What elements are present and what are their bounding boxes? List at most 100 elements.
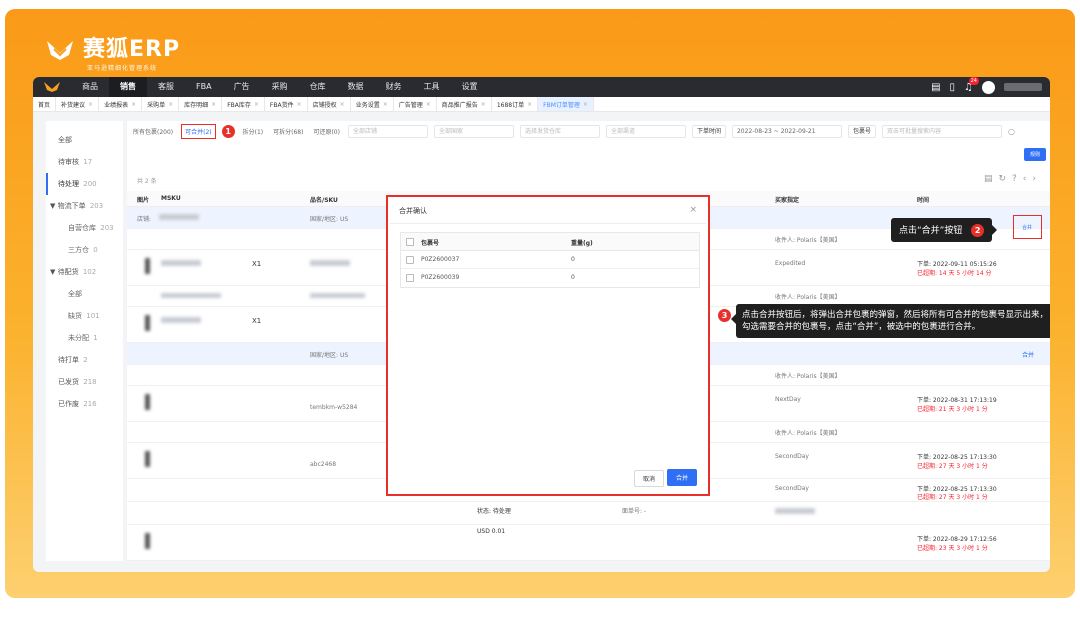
- tab-label: 1688订单: [496, 101, 525, 109]
- nav-item-sales[interactable]: 销售: [109, 77, 147, 97]
- tab-promo-report[interactable]: 商品推广报告 ×: [437, 97, 492, 111]
- order-time: 下单: 2022-08-25 17:13:30: [917, 454, 997, 461]
- search-input[interactable]: 双击可批量搜索内容: [882, 124, 1002, 138]
- sidebar-item-out-of-stock[interactable]: 缺货 101: [46, 305, 123, 327]
- sidebar-item-count: 200: [83, 180, 97, 188]
- close-icon[interactable]: ×: [426, 101, 431, 108]
- rule-button[interactable]: 规则: [1023, 148, 1046, 161]
- package-no-select[interactable]: 包裹号: [847, 124, 876, 138]
- merge-button-highlight[interactable]: 合并: [1013, 215, 1042, 239]
- document-icon[interactable]: ▤: [931, 82, 940, 93]
- close-icon[interactable]: ×: [131, 101, 136, 108]
- tab-fbm-orders[interactable]: FBM订单管理 ×: [538, 97, 594, 111]
- shop-select[interactable]: 全部店铺: [347, 124, 428, 138]
- col-weight: 重量(g): [571, 240, 593, 247]
- search-icon[interactable]: ○: [1008, 127, 1015, 136]
- close-icon[interactable]: ×: [168, 101, 173, 108]
- next-page-icon[interactable]: ›: [1032, 174, 1042, 184]
- nav-item-finance[interactable]: 财务: [375, 77, 413, 97]
- username-redacted[interactable]: [1004, 83, 1042, 91]
- nav-item-data[interactable]: 数据: [337, 77, 375, 97]
- sidebar-item-pending-review[interactable]: 待审核 17: [46, 151, 123, 173]
- sidebar-item-voided[interactable]: 已作废 216: [46, 393, 123, 415]
- tab-shop-auth[interactable]: 店铺授权 ×: [308, 97, 351, 111]
- sidebar-item-pending-process[interactable]: 待处理 200: [46, 173, 123, 195]
- nav-item-goods[interactable]: 商品: [71, 77, 109, 97]
- country-select[interactable]: 全部国家: [433, 124, 514, 138]
- cancel-button[interactable]: 取消: [633, 470, 664, 487]
- help-icon[interactable]: ?: [1012, 174, 1023, 184]
- prev-page-icon[interactable]: ‹: [1023, 174, 1033, 184]
- tracking-text: 面单号: -: [622, 508, 647, 515]
- channel-select[interactable]: 全部渠道: [605, 124, 686, 138]
- sidebar-item-unassigned[interactable]: 未分配 1: [46, 327, 123, 349]
- package-row[interactable]: P0Z2600039 0: [401, 269, 699, 286]
- tab-performance[interactable]: 业绩报表 ×: [99, 97, 143, 111]
- merge-button[interactable]: 合并: [1022, 224, 1032, 231]
- table-row[interactable]: 状态: 待处理 面单号: -: [127, 502, 1050, 525]
- tab-home[interactable]: 首页: [33, 97, 57, 111]
- select-all-checkbox[interactable]: [406, 238, 414, 246]
- table-row[interactable]: USD 0.01 下单: 2022-08-29 17:12:56 已超期: 23…: [127, 525, 1050, 561]
- sidebar-item-pending-print[interactable]: 待打单 2: [46, 349, 123, 371]
- filter-all-packages[interactable]: 所有包裹(200): [131, 127, 175, 136]
- date-range-picker[interactable]: 2022-08-23 ~ 2022-09-21: [731, 124, 842, 138]
- sidebar-item-logistics-order[interactable]: ▼ 物流下单 203: [46, 195, 123, 217]
- package-checkbox[interactable]: [406, 274, 414, 282]
- tab-label: 首页: [38, 101, 51, 109]
- app-logo-icon[interactable]: [43, 81, 61, 93]
- redacted-text: [161, 260, 201, 266]
- close-icon[interactable]: ×: [254, 101, 259, 108]
- col-msku: MSKU: [161, 195, 181, 202]
- sidebar-item-allocation-all[interactable]: 全部: [46, 283, 123, 305]
- sidebar-item-own-warehouse[interactable]: 自营仓库 203: [46, 217, 123, 239]
- nav-item-ads[interactable]: 广告: [223, 77, 261, 97]
- sidebar-item-third-party[interactable]: 三方仓 0: [46, 239, 123, 261]
- close-icon[interactable]: ×: [340, 101, 345, 108]
- nav-item-settings[interactable]: 设置: [451, 77, 489, 97]
- sidebar-item-shipped[interactable]: 已发货 218: [46, 371, 123, 393]
- close-icon[interactable]: ×: [383, 101, 388, 108]
- merge-confirm-button[interactable]: 合并: [666, 469, 697, 486]
- sidebar-item-pending-allocation[interactable]: ▼ 待配货 102: [46, 261, 123, 283]
- bell-icon[interactable]: ♫ 24: [964, 77, 979, 93]
- close-icon[interactable]: ×: [211, 101, 216, 108]
- filter-mergeable[interactable]: 可合并(2): [181, 123, 216, 139]
- nav-item-fba[interactable]: FBA: [185, 77, 223, 97]
- tab-purchase-order[interactable]: 采购单 ×: [142, 97, 180, 111]
- close-icon[interactable]: ×: [689, 205, 697, 215]
- col-buyer: 买家指定: [775, 197, 800, 204]
- filter-split[interactable]: 拆分(1): [241, 127, 266, 136]
- tab-ad-management[interactable]: 广告管理 ×: [394, 97, 437, 111]
- sidebar-item-all[interactable]: 全部: [46, 129, 123, 151]
- time-type-select[interactable]: 下单时间: [691, 124, 726, 138]
- nav-item-warehouse[interactable]: 仓库: [299, 77, 337, 97]
- package-row[interactable]: P0Z2600037 0: [401, 251, 699, 269]
- package-checkbox[interactable]: [406, 256, 414, 264]
- mobile-icon[interactable]: ▯: [950, 82, 956, 93]
- close-icon[interactable]: ×: [481, 101, 486, 108]
- redacted-text: [161, 293, 221, 298]
- redacted-text: [775, 508, 815, 514]
- avatar[interactable]: [982, 80, 995, 94]
- tab-inventory-detail[interactable]: 库存明细 ×: [179, 97, 223, 111]
- warehouse-select[interactable]: 选择发货仓库: [519, 124, 600, 138]
- nav-item-service[interactable]: 客服: [147, 77, 185, 97]
- merge-link[interactable]: 合并: [1022, 350, 1034, 359]
- filter-splittable[interactable]: 可拆分(68): [271, 127, 305, 136]
- tab-replenish[interactable]: 补货建议 ×: [56, 97, 100, 111]
- nav-item-purchase[interactable]: 采购: [261, 77, 299, 97]
- close-icon[interactable]: ×: [297, 101, 302, 108]
- refresh-icon[interactable]: ↻: [998, 174, 1012, 184]
- columns-icon[interactable]: ▤: [984, 174, 999, 184]
- filter-restorable[interactable]: 可还原(0): [311, 127, 342, 136]
- close-icon[interactable]: ×: [583, 101, 588, 108]
- nav-item-tools[interactable]: 工具: [413, 77, 451, 97]
- close-icon[interactable]: ×: [527, 101, 532, 108]
- overdue-text: 已超期: 21 天 3 小时 1 分: [917, 406, 988, 413]
- tab-fba-inventory[interactable]: FBA库存 ×: [222, 97, 265, 111]
- tab-business-settings[interactable]: 业务设置 ×: [351, 97, 394, 111]
- tab-1688-orders[interactable]: 1688订单 ×: [492, 97, 539, 111]
- tab-fba-shipment[interactable]: FBA货件 ×: [265, 97, 308, 111]
- close-icon[interactable]: ×: [88, 101, 93, 108]
